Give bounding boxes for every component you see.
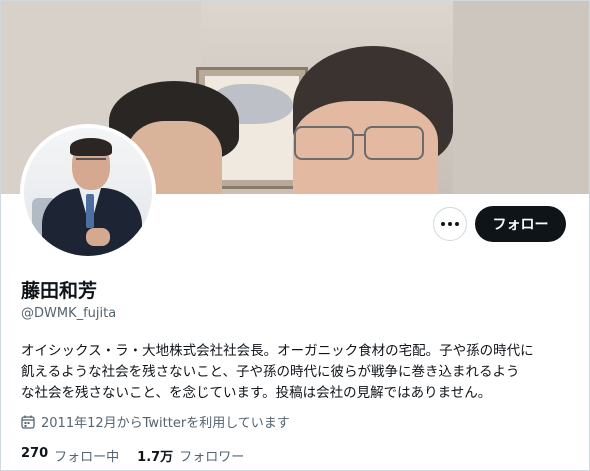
profile-handle: @DWMK_fujita xyxy=(21,306,117,321)
following-count: 270 xyxy=(21,446,49,461)
profile-card: フォロー 藤田和芳 @DWMK_fujita オイシックス・ラ・大地株式会社社会… xyxy=(0,0,590,471)
joined-text: 2011年12月からTwitterを利用しています xyxy=(41,416,290,431)
more-horizontal-icon xyxy=(441,222,459,226)
profile-name: 藤田和芳 xyxy=(21,280,98,302)
followers-label: フォロワー xyxy=(179,450,245,465)
following-link[interactable]: 270 フォロー中 xyxy=(21,446,119,465)
banner-glasses xyxy=(294,126,424,160)
avatar[interactable] xyxy=(20,124,156,260)
more-options-button[interactable] xyxy=(433,207,467,241)
joined-date: 2011年12月からTwitterを利用しています xyxy=(21,412,290,431)
followers-count: 1.7万 xyxy=(137,450,174,465)
follow-stats: 270 フォロー中 1.7万 フォロワー xyxy=(21,446,244,465)
follow-button[interactable]: フォロー xyxy=(475,206,566,242)
banner-wall-right xyxy=(453,1,589,194)
calendar-icon xyxy=(21,415,35,429)
followers-link[interactable]: 1.7万 フォロワー xyxy=(137,446,244,465)
profile-bio: オイシックス・ラ・大地株式会社社会長。オーガニック食材の宅配。子や孫の時代に 飢… xyxy=(21,343,534,401)
following-label: フォロー中 xyxy=(54,450,120,465)
